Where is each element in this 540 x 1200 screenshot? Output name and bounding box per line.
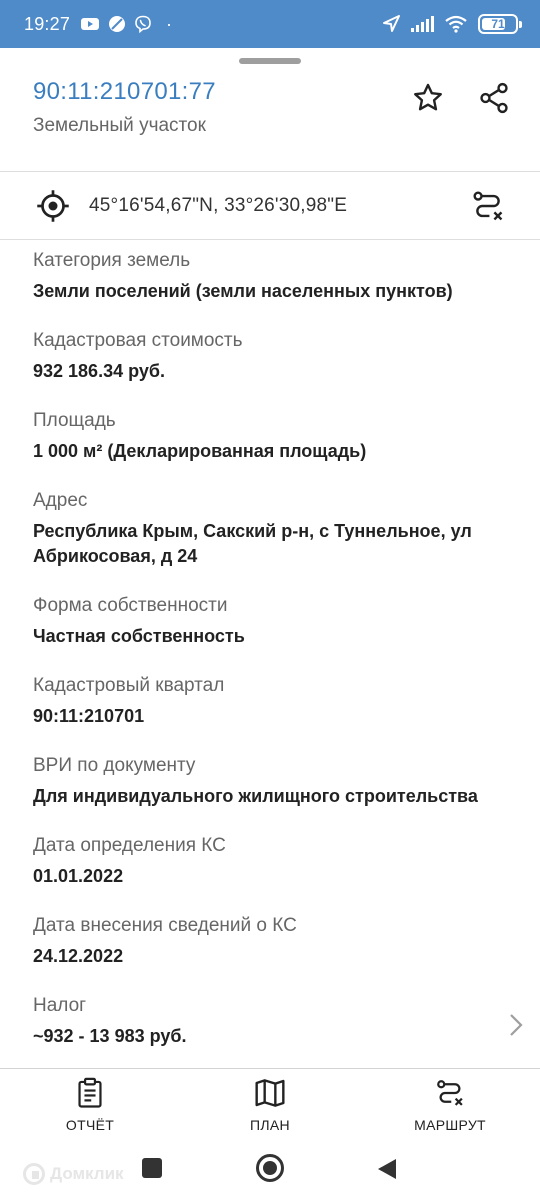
notification-icons: ·	[80, 14, 172, 35]
status-time: 19:27	[24, 13, 71, 34]
coordinates-text[interactable]: 45°16'54,67"N, 33°26'30,98"E	[89, 195, 347, 217]
field-cadastral-quarter: Кадастровый квартал 90:11:210701	[33, 673, 510, 729]
coordinates-route-button[interactable]	[468, 186, 508, 226]
bottom-action-bar: ОТЧЁТ ПЛАН МАРШРУТ	[0, 1068, 540, 1140]
field-label: Категория земель	[33, 250, 191, 271]
field-label: Дата определения КС	[33, 835, 226, 856]
map-icon	[255, 1079, 285, 1107]
field-area: Площадь 1 000 м² (Декларированная площад…	[33, 408, 510, 464]
wifi-icon	[445, 15, 467, 33]
field-value: 1 000 м² (Декларированная площадь)	[33, 441, 367, 461]
locate-button[interactable]	[33, 186, 73, 226]
field-label: Кадастровый квартал	[33, 675, 225, 696]
field-value: 932 186.34 руб.	[33, 361, 165, 381]
object-header: 90:11:210701:77 Земельный участок	[33, 78, 520, 158]
plan-button[interactable]: ПЛАН	[205, 1077, 335, 1133]
field-value: Земли поселений (земли населенных пункто…	[33, 281, 453, 301]
home-button[interactable]	[256, 1154, 284, 1182]
field-record-date: Дата внесения сведений о КС 24.12.2022	[33, 913, 510, 969]
domclick-logo-icon	[23, 1163, 45, 1185]
object-type: Земельный участок	[33, 115, 206, 136]
plan-label: ПЛАН	[250, 1117, 290, 1133]
battery-indicator: 71	[478, 14, 522, 34]
field-value: Республика Крым, Сакский р-н, с Туннельн…	[33, 521, 472, 566]
report-label: ОТЧЁТ	[65, 1117, 115, 1133]
route-label: МАРШРУТ	[414, 1117, 486, 1133]
field-value: 01.01.2022	[33, 866, 124, 886]
report-button[interactable]: ОТЧЁТ	[25, 1077, 155, 1133]
field-value: ~932 - 13 983 руб.	[33, 1026, 187, 1046]
field-permitted-use: ВРИ по документу Для индивидуального жил…	[33, 753, 510, 809]
field-value: 24.12.2022	[33, 946, 124, 966]
divider-coords	[0, 239, 540, 240]
share-button[interactable]	[474, 78, 514, 118]
field-label: Налог	[33, 995, 87, 1016]
field-cadastral-value: Кадастровая стоимость 932 186.34 руб.	[33, 328, 510, 384]
signal-icon	[411, 16, 434, 32]
field-value: 90:11:210701	[33, 706, 145, 726]
viber-icon	[135, 15, 151, 33]
location-arrow-icon	[383, 15, 400, 32]
recents-button[interactable]	[142, 1158, 162, 1178]
back-button[interactable]	[376, 1157, 398, 1186]
field-ownership: Форма собственности Частная собственност…	[33, 593, 510, 649]
field-label: Кадастровая стоимость	[33, 330, 243, 351]
field-value: Для индивидуального жилищного строительс…	[33, 786, 478, 806]
header-actions	[408, 78, 514, 118]
watermark-text: Домклик	[50, 1164, 124, 1183]
tax-details-chevron-icon[interactable]	[506, 1010, 526, 1045]
field-label: Адрес	[33, 490, 88, 511]
field-label: Дата внесения сведений о КС	[33, 915, 297, 936]
field-value: Частная собственность	[33, 626, 245, 646]
share-icon	[480, 82, 508, 114]
no-entry-icon	[109, 16, 126, 32]
field-label: ВРИ по документу	[33, 755, 196, 776]
coordinates-row: 45°16'54,67"N, 33°26'30,98"E	[0, 172, 540, 240]
route-button[interactable]: МАРШРУТ	[385, 1077, 515, 1133]
youtube-icon	[81, 18, 100, 30]
battery-cap	[519, 21, 522, 28]
field-land-category: Категория земель Земли поселений (земли …	[33, 248, 510, 304]
field-address: Адрес Республика Крым, Сакский р-н, с Ту…	[33, 488, 510, 569]
watermark: Домклик	[22, 1162, 124, 1186]
field-label: Площадь	[33, 410, 116, 431]
object-details: Категория земель Земли поселений (земли …	[33, 248, 510, 1073]
favorite-button[interactable]	[408, 78, 448, 118]
status-bar: 19:27 · 71	[0, 0, 540, 48]
field-valuation-date: Дата определения КС 01.01.2022	[33, 833, 510, 889]
route-icon	[473, 191, 503, 221]
field-label: Форма собственности	[33, 595, 228, 616]
crosshair-icon	[37, 190, 69, 222]
clipboard-icon	[78, 1077, 102, 1108]
route-icon	[437, 1080, 463, 1106]
sheet-drag-handle[interactable]	[239, 58, 301, 64]
star-icon	[414, 83, 442, 111]
battery-percent: 71	[491, 17, 505, 31]
system-status-icons: 71	[382, 14, 522, 34]
status-dot: ·	[166, 13, 173, 34]
field-tax[interactable]: Налог ~932 - 13 983 руб.	[33, 993, 510, 1049]
